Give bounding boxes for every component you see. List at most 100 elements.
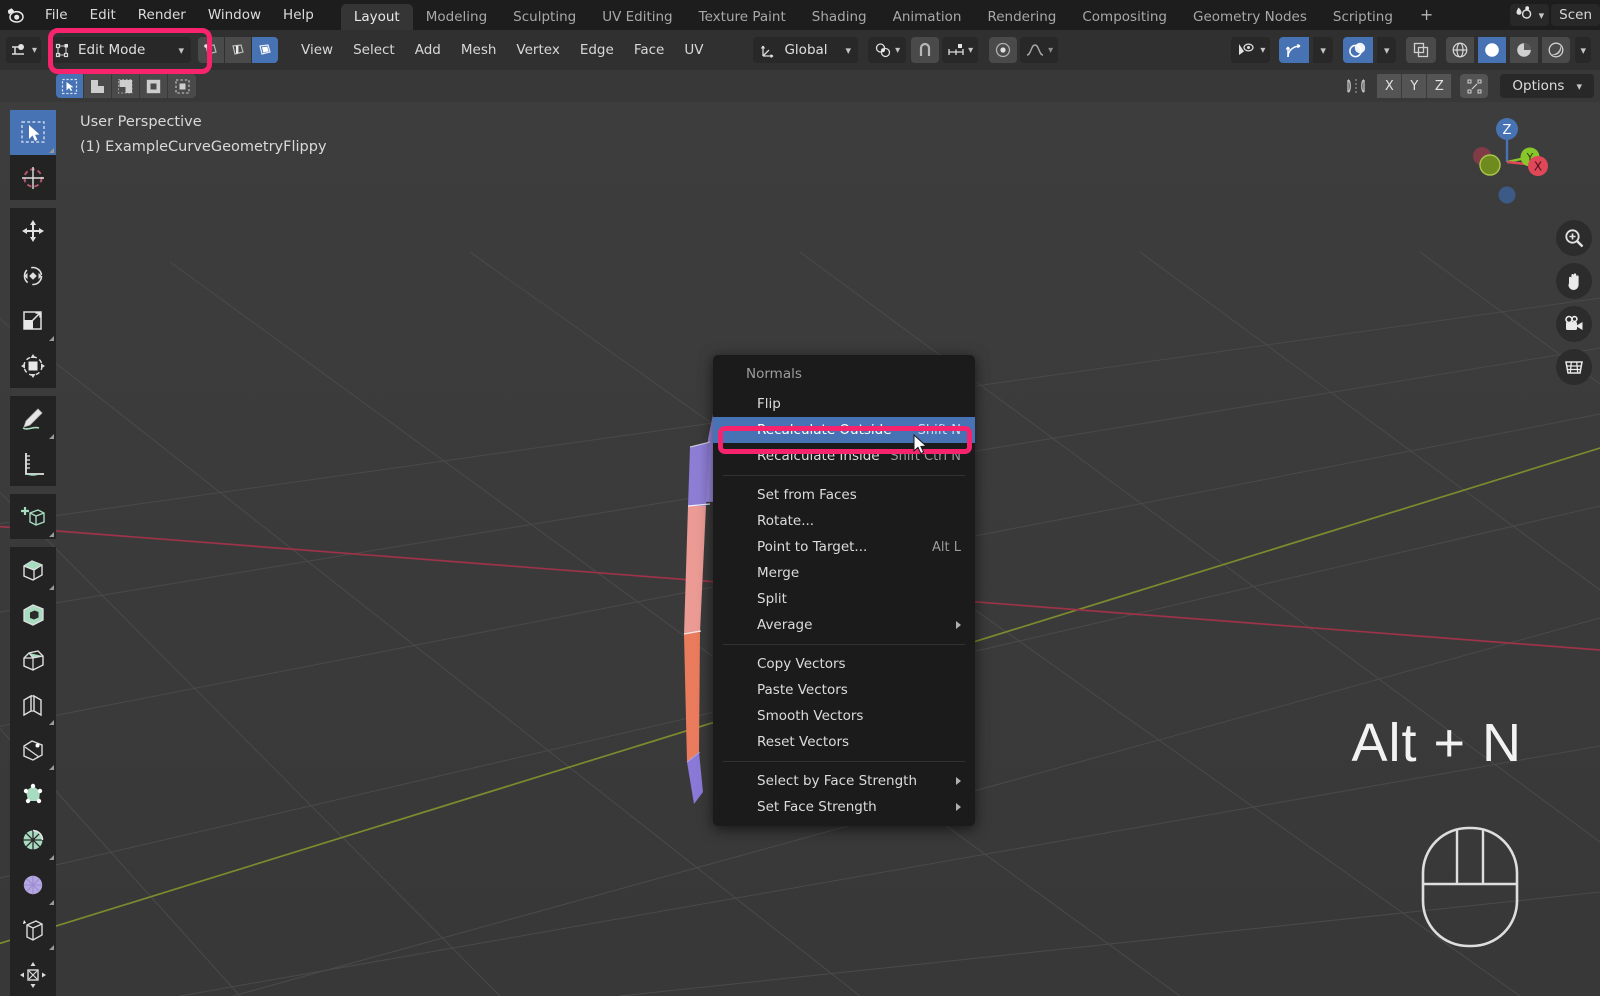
face-select-button[interactable] [252, 37, 279, 63]
tab-layout[interactable]: Layout [340, 4, 413, 30]
select-mode-set[interactable] [56, 74, 84, 98]
tool-move[interactable] [10, 208, 56, 253]
proportional-falloff-button[interactable]: ▾ [1020, 37, 1059, 63]
menu-render[interactable]: Render [127, 0, 197, 30]
menu-edit[interactable]: Edit [79, 0, 127, 30]
tool-options-button[interactable]: Options ▾ [1500, 74, 1594, 98]
snap-settings-button[interactable]: ▾ [942, 37, 979, 63]
viewport-menu-add[interactable]: Add [405, 37, 451, 63]
proportional-editing-toggle[interactable] [989, 37, 1018, 63]
tool-rotate[interactable] [10, 253, 56, 298]
tool-smooth[interactable] [10, 862, 56, 907]
tab-shading[interactable]: Shading [799, 4, 880, 30]
shading-wireframe-button[interactable] [1446, 37, 1475, 63]
scene-data-browse[interactable]: ▾ [1509, 4, 1550, 26]
shading-rendered-button[interactable] [1542, 37, 1571, 63]
menu-item-rotate[interactable]: Rotate... [713, 508, 975, 534]
tool-bevel[interactable] [10, 637, 56, 682]
scene-name-field[interactable]: Scen [1551, 4, 1600, 26]
zoom-icon[interactable] [1556, 220, 1592, 256]
mirror-axis-z[interactable]: Z [1427, 74, 1453, 98]
menu-item-point-to-target[interactable]: Point to Target... Alt L [713, 534, 975, 560]
viewport-menu-select[interactable]: Select [343, 37, 405, 63]
vertex-select-button[interactable] [198, 37, 225, 63]
tab-uv-editing[interactable]: UV Editing [589, 4, 685, 30]
menu-window[interactable]: Window [197, 0, 272, 30]
mirror-axis-x[interactable]: X [1377, 74, 1403, 98]
tab-rendering[interactable]: Rendering [974, 4, 1069, 30]
shading-settings-button[interactable]: ▾ [1575, 37, 1591, 63]
mirror-icon[interactable] [1345, 76, 1367, 96]
tab-modeling[interactable]: Modeling [413, 4, 500, 30]
tool-measure[interactable] [10, 441, 56, 486]
toggle-orthographic-icon[interactable] [1556, 349, 1592, 385]
tool-tweak[interactable] [10, 110, 56, 155]
menu-item-copy-vectors[interactable]: Copy Vectors [713, 651, 975, 677]
select-mode-subtract[interactable] [112, 74, 140, 98]
gizmo-settings-button[interactable]: ▾ [1313, 37, 1333, 63]
menu-item-split[interactable]: Split [713, 586, 975, 612]
overlay-settings-button[interactable]: ▾ [1376, 37, 1397, 63]
edge-select-button[interactable] [225, 37, 252, 63]
show-overlays-toggle[interactable] [1342, 37, 1373, 63]
viewport-menu-mesh[interactable]: Mesh [451, 37, 507, 63]
add-workspace-button[interactable]: + [1406, 0, 1447, 30]
tool-extrude[interactable] [10, 547, 56, 592]
tab-compositing[interactable]: Compositing [1069, 4, 1180, 30]
tool-inset[interactable] [10, 592, 56, 637]
menu-item-recalculate-inside[interactable]: Recalculate Inside Shift Ctrl N [713, 443, 975, 469]
tool-loop-cut[interactable] [10, 682, 56, 727]
mode-selector[interactable]: Edit Mode ▾ [48, 37, 192, 63]
menu-item-flip[interactable]: Flip [713, 391, 975, 417]
tool-annotate[interactable] [10, 396, 56, 441]
show-gizmo-toggle[interactable] [1279, 37, 1310, 63]
tool-scale[interactable] [10, 298, 56, 343]
object-visibility-button[interactable]: ▾ [1231, 37, 1271, 63]
tab-scripting[interactable]: Scripting [1320, 4, 1406, 30]
tool-spin[interactable] [10, 817, 56, 862]
menu-item-merge[interactable]: Merge [713, 560, 975, 586]
pan-hand-icon[interactable] [1556, 263, 1592, 299]
menu-item-reset-vectors[interactable]: Reset Vectors [713, 729, 975, 755]
tool-transform[interactable] [10, 343, 56, 388]
blender-logo-icon[interactable] [0, 0, 34, 30]
tool-poly-build[interactable] [10, 772, 56, 817]
editor-type-button[interactable]: ▾ [6, 37, 42, 63]
3d-viewport[interactable]: User Perspective (1) ExampleCurveGeometr… [0, 102, 1600, 996]
navigation-gizmo[interactable]: Y X Z [1452, 107, 1562, 217]
tab-texture-paint[interactable]: Texture Paint [686, 4, 799, 30]
shading-material-button[interactable] [1510, 37, 1539, 63]
snap-toggle-button[interactable] [911, 37, 940, 63]
xray-toggle[interactable] [1406, 37, 1437, 63]
camera-view-icon[interactable] [1556, 306, 1592, 342]
select-mode-invert[interactable] [140, 74, 168, 98]
transform-orientation-selector[interactable]: Global ▾ [753, 37, 859, 63]
select-mode-intersect[interactable] [168, 74, 196, 98]
menu-item-smooth-vectors[interactable]: Smooth Vectors [713, 703, 975, 729]
tool-cursor[interactable] [10, 155, 56, 200]
menu-help[interactable]: Help [272, 0, 325, 30]
viewport-menu-face[interactable]: Face [624, 37, 675, 63]
menu-item-average[interactable]: Average [713, 612, 975, 638]
select-mode-extend[interactable] [84, 74, 112, 98]
normals-context-menu[interactable]: Normals Flip Recalculate Outside Shift N… [713, 355, 975, 826]
tab-sculpting[interactable]: Sculpting [500, 4, 589, 30]
shading-solid-button[interactable] [1478, 37, 1507, 63]
uv-mirror-icon[interactable] [1460, 74, 1489, 98]
tool-knife[interactable] [10, 727, 56, 772]
tool-edge-slide[interactable] [10, 907, 56, 952]
viewport-menu-vertex[interactable]: Vertex [506, 37, 569, 63]
menu-item-recalculate-outside[interactable]: Recalculate Outside Shift N [713, 417, 975, 443]
tool-add-cube[interactable] [10, 494, 56, 539]
tab-geometry-nodes[interactable]: Geometry Nodes [1180, 4, 1320, 30]
tool-shrink-fatten[interactable] [10, 952, 56, 996]
tab-animation[interactable]: Animation [880, 4, 975, 30]
viewport-menu-uv[interactable]: UV [674, 37, 713, 63]
menu-item-set-from-faces[interactable]: Set from Faces [713, 482, 975, 508]
mirror-axis-y[interactable]: Y [1402, 74, 1428, 98]
menu-item-paste-vectors[interactable]: Paste Vectors [713, 677, 975, 703]
viewport-menu-view[interactable]: View [291, 37, 343, 63]
menu-file[interactable]: File [34, 0, 79, 30]
menu-item-set-face-strength[interactable]: Set Face Strength [713, 794, 975, 820]
viewport-menu-edge[interactable]: Edge [570, 37, 624, 63]
